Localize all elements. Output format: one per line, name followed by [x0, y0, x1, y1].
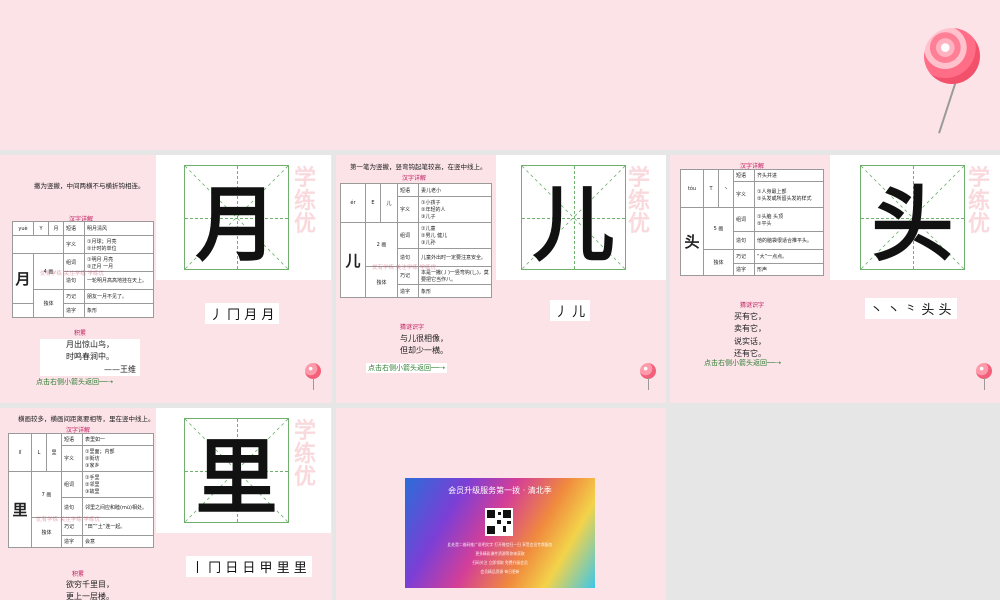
table-character: 头	[680, 207, 704, 276]
tianzige-grid: 月	[184, 165, 289, 273]
character-card: 月 学练优	[156, 155, 331, 280]
watermark-subtext: 优有学练 关注学练 学练优	[36, 517, 100, 523]
watermark-text: 学练优	[293, 418, 316, 491]
watermark-subtext: 优有学练 关注学练 学练优	[372, 265, 436, 271]
promo-title: 会员升级服务第一拨 · 清北季	[448, 486, 552, 495]
stroke-order: 丿 冂 月 月	[205, 303, 280, 324]
top-slide-background	[0, 0, 1000, 150]
tianzige-grid: 里	[184, 418, 289, 526]
right-arrow-icon: ──➝	[431, 364, 446, 372]
stroke-order: 丨 冂 日 日 甲 里 里	[186, 556, 312, 577]
table-title: 汉字详解	[402, 175, 427, 182]
writing-note: 撇为竖撇，中间两横不与横折钩相连。	[34, 182, 145, 190]
empty-slide-area	[670, 408, 1000, 600]
slide-tou[interactable]: 头 学练优 汉字详解 tóu T 丶短语 齐头并进 字义 ①人身最上部 ②头发或所留头发…	[670, 155, 1000, 403]
tianzige-grid: 儿	[521, 165, 626, 273]
character-card: 儿 学练优	[496, 155, 666, 280]
stroke-order: 丶 丶 ⺀ 头 头	[865, 298, 957, 319]
character-detail-table: ér E 儿短语 妻儿老小 字义 ①小孩子 ②年轻的人 ③儿子 儿2 画组词 ①儿童 ②男…	[340, 183, 492, 298]
poem-title: 积累	[72, 571, 85, 578]
poem-block: 与儿很相像， 但却少一横。	[400, 334, 448, 356]
watermark-text: 学练优	[293, 165, 316, 238]
poem-block: 欲穷千里目， 更上一层楼。	[66, 580, 114, 600]
character-card: 头 学练优	[830, 155, 1000, 280]
lollipop-icon	[918, 26, 988, 136]
poem-title: 积累	[74, 330, 87, 337]
slide-li[interactable]: 横画较多，横画间距离要相等，里在竖中线上。 里 学练优 汉字详解 lǐ L 里短语表…	[0, 408, 332, 600]
poem-title: 猜谜识字	[740, 302, 765, 309]
right-arrow-icon: ──➝	[767, 359, 782, 367]
right-arrow-icon: ──➝	[99, 378, 114, 386]
qr-code-icon[interactable]	[485, 508, 513, 536]
slide-yue[interactable]: 撇为竖撇，中间两横不与横折钩相连。 月 学练优 汉字详解 yuè Y 月短语 明月清风…	[0, 155, 332, 403]
poem-block: 买有它， 卖有它， 说实话， 还有它。	[734, 312, 766, 359]
big-character: 儿	[532, 177, 615, 273]
big-character: 里	[195, 430, 278, 526]
table-character: 儿	[340, 222, 366, 298]
character-detail-table: lǐ L 里短语 表里如一 字义 ①里面；内部 ②街坊 ③家乡 里7 画组词 ①手里 ②邻…	[8, 433, 154, 548]
table-character: 里	[8, 471, 32, 548]
back-link[interactable]: 点击右侧小箭头返回──➝	[704, 358, 781, 368]
slide-er[interactable]: 第一笔为竖撇，竖弯钩起笔较高，在竖中线上。 儿 学练优 汉字详解 ér E 儿短语妻…	[336, 155, 666, 403]
character-card: 里 学练优	[156, 408, 331, 533]
poem-title: 猜谜识字	[400, 324, 425, 331]
watermark-text: 学练优	[627, 165, 650, 238]
character-detail-table: tóu T 丶短语 齐头并进 字义 ①人身最上部 ②头发或所留头发的样式 头5 画组词 ①…	[680, 169, 824, 276]
promo-banner[interactable]: 会员升级服务第一拨 · 清北季 此处是二维码推广说明文字 打开微信扫一扫 享受会…	[405, 478, 595, 588]
writing-note: 第一笔为竖撇，竖弯钩起笔较高，在竖中线上。	[350, 163, 487, 171]
big-character: 头	[871, 177, 954, 273]
slide-promo: 会员升级服务第一拨 · 清北季 此处是二维码推广说明文字 打开微信扫一扫 享受会…	[336, 408, 666, 600]
back-link[interactable]: 点击右侧小箭头返回──➝	[366, 363, 448, 373]
table-character: 月	[12, 253, 34, 304]
poem-block: 月出惊山鸟， 时鸣春涧中。 ——王维	[40, 339, 140, 377]
big-character: 月	[195, 177, 278, 273]
tianzige-grid: 头	[860, 165, 965, 273]
stroke-order: 丿 儿	[550, 300, 591, 321]
watermark-subtext: 优有学练 关注学练 学练优	[40, 271, 104, 277]
watermark-text: 学练优	[967, 165, 990, 238]
back-link[interactable]: 点击右侧小箭头返回──➝	[36, 377, 113, 387]
writing-note: 横画较多，横画间距离要相等，里在竖中线上。	[18, 415, 155, 423]
